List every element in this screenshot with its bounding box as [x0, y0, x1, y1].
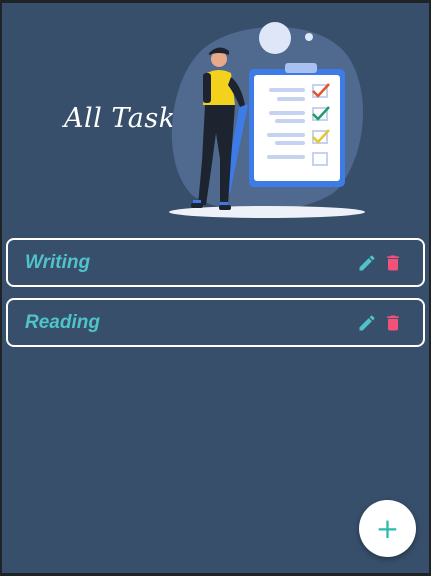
- task-list: Writing Reading: [6, 238, 425, 358]
- trash-icon[interactable]: [383, 253, 403, 273]
- task-actions: [357, 313, 403, 333]
- add-task-button[interactable]: +: [359, 500, 416, 557]
- list-item[interactable]: Writing: [6, 238, 425, 287]
- header: All Tasks: [2, 3, 429, 228]
- pencil-icon[interactable]: [357, 253, 377, 273]
- task-label: Writing: [25, 251, 91, 273]
- list-item[interactable]: Reading: [6, 298, 425, 347]
- checklist-illustration: [169, 22, 365, 218]
- plus-icon: +: [375, 511, 400, 545]
- task-actions: [357, 253, 403, 273]
- app-window: All Tasks Writing Reading +: [2, 3, 429, 573]
- task-label: Reading: [25, 311, 100, 333]
- pencil-icon[interactable]: [357, 313, 377, 333]
- trash-icon[interactable]: [383, 313, 403, 333]
